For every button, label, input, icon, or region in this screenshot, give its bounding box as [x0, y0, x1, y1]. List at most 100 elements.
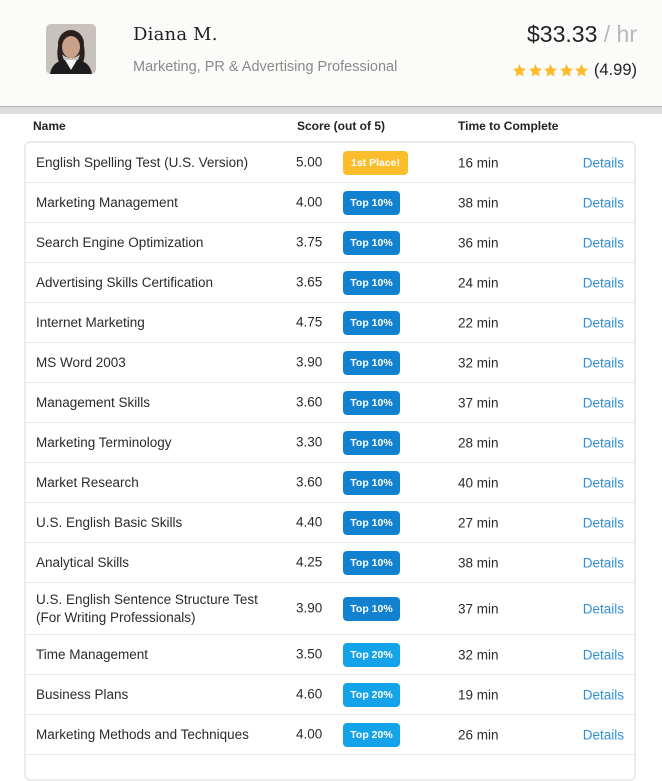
table-row: Analytical Skills 4.25 Top 10% 38 min Detail… [26, 543, 634, 583]
rank-badge: Top 10% [343, 350, 400, 375]
column-header-score: Score (out of 5) [297, 119, 386, 133]
details-link[interactable]: Details [583, 475, 624, 490]
rank-badge: Top 10% [343, 230, 400, 255]
hourly-rate: $33.33 / hr [527, 21, 637, 48]
test-name: U.S. English Basic Skills [36, 514, 183, 530]
table-row: Marketing Methods and Techniques 4.00 Top … [26, 715, 634, 755]
test-name: Marketing Methods and Techniques [36, 726, 249, 742]
test-name: Analytical Skills [36, 554, 130, 570]
test-name: Marketing Terminology [36, 434, 172, 450]
test-score: 3.65 [296, 273, 323, 289]
details-link[interactable]: Details [583, 395, 624, 410]
rank-badge: Top 10% [343, 390, 400, 415]
rank-badge: Top 20% [343, 682, 400, 707]
test-time: 22 min [458, 315, 499, 330]
details-link[interactable]: Details [583, 601, 624, 616]
rank-badge: Top 10% [343, 270, 400, 295]
table-row: Business Plans 4.60 Top 20% 19 min Details [26, 675, 634, 715]
rank-badge: Top 10% [343, 190, 400, 215]
test-name: U.S. English Sentence Structure Test (Fo… [36, 591, 258, 625]
test-name: Time Management [36, 646, 149, 662]
rating: (4.99) [512, 61, 637, 80]
test-score: 3.75 [296, 233, 323, 249]
test-time: 24 min [458, 275, 499, 290]
test-score: 3.90 [296, 353, 323, 369]
rank-badge: Top 10% [343, 430, 400, 455]
table-row: Marketing Management 4.00 Top 10% 38 min Det… [26, 183, 634, 223]
table-row: English Spelling Test (U.S. Version) 5.00… [26, 143, 634, 183]
test-score: 3.30 [296, 433, 323, 449]
table-header: Name Score (out of 5) Time to Complete [0, 118, 662, 136]
test-name: MS Word 2003 [36, 354, 126, 370]
test-score: 3.50 [296, 645, 323, 661]
table-row: U.S. English Basic Skills 4.40 Top 10% 27 m… [26, 503, 634, 543]
rank-badge: Top 20% [343, 722, 400, 747]
rating-stars [512, 63, 590, 78]
test-name: Search Engine Optimization [36, 234, 204, 250]
test-time: 38 min [458, 195, 499, 210]
test-time: 28 min [458, 435, 499, 450]
rating-value: (4.99) [593, 61, 637, 79]
rate-amount: $33.33 [527, 21, 598, 47]
test-score: 3.60 [296, 473, 323, 489]
details-link[interactable]: Details [583, 275, 624, 290]
rate-unit: / hr [603, 21, 637, 47]
table-row: Search Engine Optimization 3.75 Top 10% 36 … [26, 223, 634, 263]
freelancer-name[interactable]: Diana M. [133, 24, 218, 45]
test-score: 3.60 [296, 393, 323, 409]
details-link[interactable]: Details [583, 155, 624, 170]
test-name: Internet Marketing [36, 314, 145, 330]
test-time: 19 min [458, 687, 499, 702]
test-time: 40 min [458, 475, 499, 490]
test-score: 4.00 [296, 725, 323, 741]
test-time: 38 min [458, 555, 499, 570]
table-row: Marketing Terminology 3.30 Top 10% 28 min De… [26, 423, 634, 463]
details-link[interactable]: Details [583, 687, 624, 702]
details-link[interactable]: Details [583, 235, 624, 250]
rank-badge: Top 20% [343, 642, 400, 667]
test-name: Market Research [36, 474, 139, 490]
table-row: Market Research 3.60 Top 10% 40 min Details [26, 463, 634, 503]
user-photo-icon [46, 24, 96, 74]
details-link[interactable]: Details [583, 727, 624, 742]
rank-badge: Top 10% [343, 310, 400, 335]
test-score: 4.25 [296, 553, 323, 569]
test-time: 16 min [458, 155, 499, 170]
star-icon [528, 63, 543, 78]
rank-badge: 1st Place! [343, 150, 408, 175]
star-icon [559, 63, 574, 78]
details-link[interactable]: Details [583, 195, 624, 210]
star-icon [512, 63, 527, 78]
test-name: English Spelling Test (U.S. Version) [36, 154, 249, 170]
table-row: Management Skills 3.60 Top 10% 37 min Detail… [26, 383, 634, 423]
star-icon [574, 63, 589, 78]
test-time: 32 min [458, 355, 499, 370]
star-icon [543, 63, 558, 78]
details-link[interactable]: Details [583, 355, 624, 370]
freelancer-title: Marketing, PR & Advertising Professional [133, 59, 398, 75]
test-results-table: English Spelling Test (U.S. Version) 5.00… [24, 141, 636, 781]
table-row: U.S. English Sentence Structure Test (Fo… [26, 583, 634, 635]
rank-badge: Top 10% [343, 470, 400, 495]
test-name: Marketing Management [36, 194, 178, 210]
table-row: MS Word 2003 3.90 Top 10% 32 min Details [26, 343, 634, 383]
avatar[interactable] [46, 24, 96, 74]
column-header-name: Name [33, 119, 66, 133]
details-link[interactable]: Details [583, 515, 624, 530]
test-time: 27 min [458, 515, 499, 530]
details-link[interactable]: Details [583, 315, 624, 330]
test-score: 5.00 [296, 153, 323, 169]
table-row: Internet Marketing 4.75 Top 10% 22 min Detai… [26, 303, 634, 343]
details-link[interactable]: Details [583, 555, 624, 570]
test-name: Management Skills [36, 394, 151, 410]
profile-header: Diana M. Marketing, PR & Advertising Pro… [0, 0, 662, 107]
test-time: 37 min [458, 601, 499, 616]
test-score: 3.90 [296, 599, 323, 615]
header-divider [0, 107, 662, 114]
test-score: 4.00 [296, 193, 323, 209]
table-row: Time Management 3.50 Top 20% 32 min Details [26, 635, 634, 675]
rank-badge: Top 10% [343, 596, 400, 621]
details-link[interactable]: Details [583, 435, 624, 450]
details-link[interactable]: Details [583, 647, 624, 662]
column-header-time: Time to Complete [458, 119, 559, 133]
